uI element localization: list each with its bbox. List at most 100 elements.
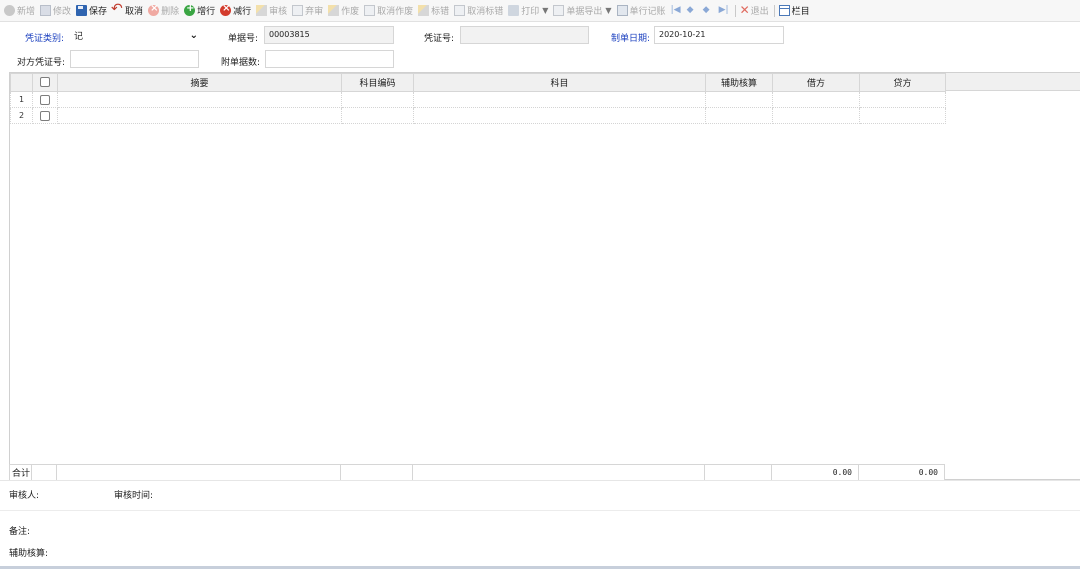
- columns-button[interactable]: 栏目: [778, 2, 810, 20]
- delete-button[interactable]: 删除: [148, 2, 179, 20]
- undo-arrow-icon: [111, 1, 123, 17]
- ledger-grid-icon: [616, 5, 628, 16]
- add-row-icon: [184, 3, 196, 16]
- edit-button[interactable]: 修改: [40, 2, 71, 20]
- attachments-field[interactable]: [265, 50, 394, 68]
- voucher-type-value: 记: [74, 31, 84, 42]
- account-code-cell[interactable]: [341, 107, 414, 124]
- next-record-icon: ◆: [702, 5, 710, 15]
- toolbar-divider: [773, 4, 775, 17]
- grid-header-filler: [946, 73, 1080, 91]
- voucher-no-label: 凭证号:: [424, 34, 455, 44]
- toolbar: 新增 修改 保存 取消 删除 增行 减行 审核 弃审 作废 取消作废 标错 取消…: [0, 0, 1080, 22]
- table-header-row: 摘要 科目编码 科目 辅助核算 借方 贷方: [10, 73, 946, 92]
- audit-pencil-icon: [256, 5, 268, 16]
- first-record-icon: |◀: [670, 5, 681, 15]
- bill-no-field: 00003815: [264, 26, 394, 44]
- next-record-button[interactable]: ◆: [703, 2, 714, 20]
- mark-error-button[interactable]: 标错: [418, 2, 449, 20]
- add-circle-icon: [4, 5, 15, 16]
- account-code-cell[interactable]: [341, 91, 414, 108]
- delete-circle-icon: [148, 3, 160, 16]
- column-header-summary[interactable]: 摘要: [57, 73, 342, 92]
- total-debit: 0.00: [771, 464, 859, 481]
- totals-row: 合计 0.00 0.00: [9, 464, 945, 481]
- remark-label: 备注:: [9, 527, 31, 537]
- voucher-grid: 摘要 科目编码 科目 辅助核算 借方 贷方 1 2: [9, 72, 1080, 480]
- total-empty-cell: [412, 464, 705, 481]
- add-row-button[interactable]: 增行: [184, 2, 215, 20]
- unmark-error-button[interactable]: 取消标错: [454, 2, 503, 20]
- bill-no-label: 单据号:: [228, 34, 259, 44]
- printer-icon: [508, 5, 520, 16]
- voucher-footer: 审核人: 审核时间: 备注: 辅助核算:: [0, 480, 1080, 569]
- mark-error-pencil-icon: [418, 5, 430, 16]
- table-row: 1: [10, 91, 946, 108]
- print-button[interactable]: 打印 ▼: [508, 2, 548, 20]
- aux-cell[interactable]: [705, 91, 773, 108]
- remove-row-button[interactable]: 减行: [220, 2, 251, 20]
- column-header-account[interactable]: 科目: [413, 73, 706, 92]
- prev-record-button[interactable]: ◆: [687, 2, 698, 20]
- unvoid-page-icon: [364, 5, 376, 16]
- counter-voucher-label: 对方凭证号:: [17, 58, 66, 68]
- audit-time-label: 审核时间:: [114, 491, 154, 501]
- total-label: 合计: [9, 464, 32, 481]
- unvoid-button[interactable]: 取消作废: [364, 2, 413, 20]
- voucher-type-select[interactable]: 记 ⌄: [74, 26, 198, 44]
- date-label: 制单日期:: [611, 34, 651, 44]
- last-record-icon: ▶|: [718, 5, 729, 15]
- chevron-down-icon: ▼: [605, 6, 612, 15]
- aux-cell[interactable]: [705, 107, 773, 124]
- void-button[interactable]: 作废: [328, 2, 359, 20]
- single-post-button[interactable]: 单行记账: [616, 2, 666, 20]
- cancel-button[interactable]: 取消: [111, 1, 143, 20]
- debit-cell[interactable]: [772, 91, 860, 108]
- row-checkbox-cell: [32, 91, 58, 108]
- credit-cell[interactable]: [859, 91, 946, 108]
- column-header-credit[interactable]: 贷方: [859, 73, 946, 92]
- edit-doc-icon: [40, 5, 52, 16]
- column-header-account-code[interactable]: 科目编码: [341, 73, 414, 92]
- total-empty-cell: [31, 464, 57, 481]
- audit-button[interactable]: 审核: [256, 2, 287, 20]
- footer-divider: [0, 510, 1080, 511]
- total-empty-cell: [704, 464, 772, 481]
- aux-accounting-label: 辅助核算:: [9, 549, 49, 559]
- total-empty-cell: [56, 464, 341, 481]
- unaudit-button[interactable]: 弃审: [292, 2, 323, 20]
- account-cell[interactable]: [413, 107, 706, 124]
- voucher-type-label: 凭证类别:: [25, 34, 65, 44]
- credit-cell[interactable]: [859, 107, 946, 124]
- exit-button[interactable]: ✕ 退出: [740, 2, 769, 20]
- account-cell[interactable]: [413, 91, 706, 108]
- select-all-checkbox[interactable]: [40, 77, 50, 88]
- totals-bar: 合计 0.00 0.00: [9, 464, 945, 481]
- row-checkbox[interactable]: [40, 94, 50, 105]
- column-header-aux[interactable]: 辅助核算: [705, 73, 773, 92]
- export-button[interactable]: 单据导出 ▼: [553, 2, 612, 20]
- counter-voucher-field[interactable]: [70, 50, 199, 68]
- save-disk-icon: [76, 5, 88, 16]
- void-pencil-icon: [328, 5, 340, 16]
- last-record-button[interactable]: ▶|: [719, 2, 730, 20]
- total-credit: 0.00: [858, 464, 945, 481]
- export-icon: [553, 5, 565, 16]
- voucher-no-field: [460, 26, 589, 44]
- summary-cell[interactable]: [57, 107, 342, 124]
- columns-grid-icon: [778, 5, 790, 16]
- first-record-button[interactable]: |◀: [671, 2, 682, 20]
- add-button[interactable]: 新增: [4, 2, 35, 20]
- auditor-label: 审核人:: [9, 491, 40, 501]
- remove-row-icon: [220, 3, 232, 16]
- date-field[interactable]: 2020-10-21: [654, 26, 784, 44]
- unmark-error-page-icon: [454, 5, 466, 16]
- row-index-header: [10, 73, 33, 92]
- debit-cell[interactable]: [772, 107, 860, 124]
- row-checkbox[interactable]: [40, 110, 50, 121]
- table-row: 2: [10, 107, 946, 124]
- total-empty-cell: [340, 464, 413, 481]
- summary-cell[interactable]: [57, 91, 342, 108]
- column-header-debit[interactable]: 借方: [772, 73, 860, 92]
- save-button[interactable]: 保存: [76, 2, 107, 20]
